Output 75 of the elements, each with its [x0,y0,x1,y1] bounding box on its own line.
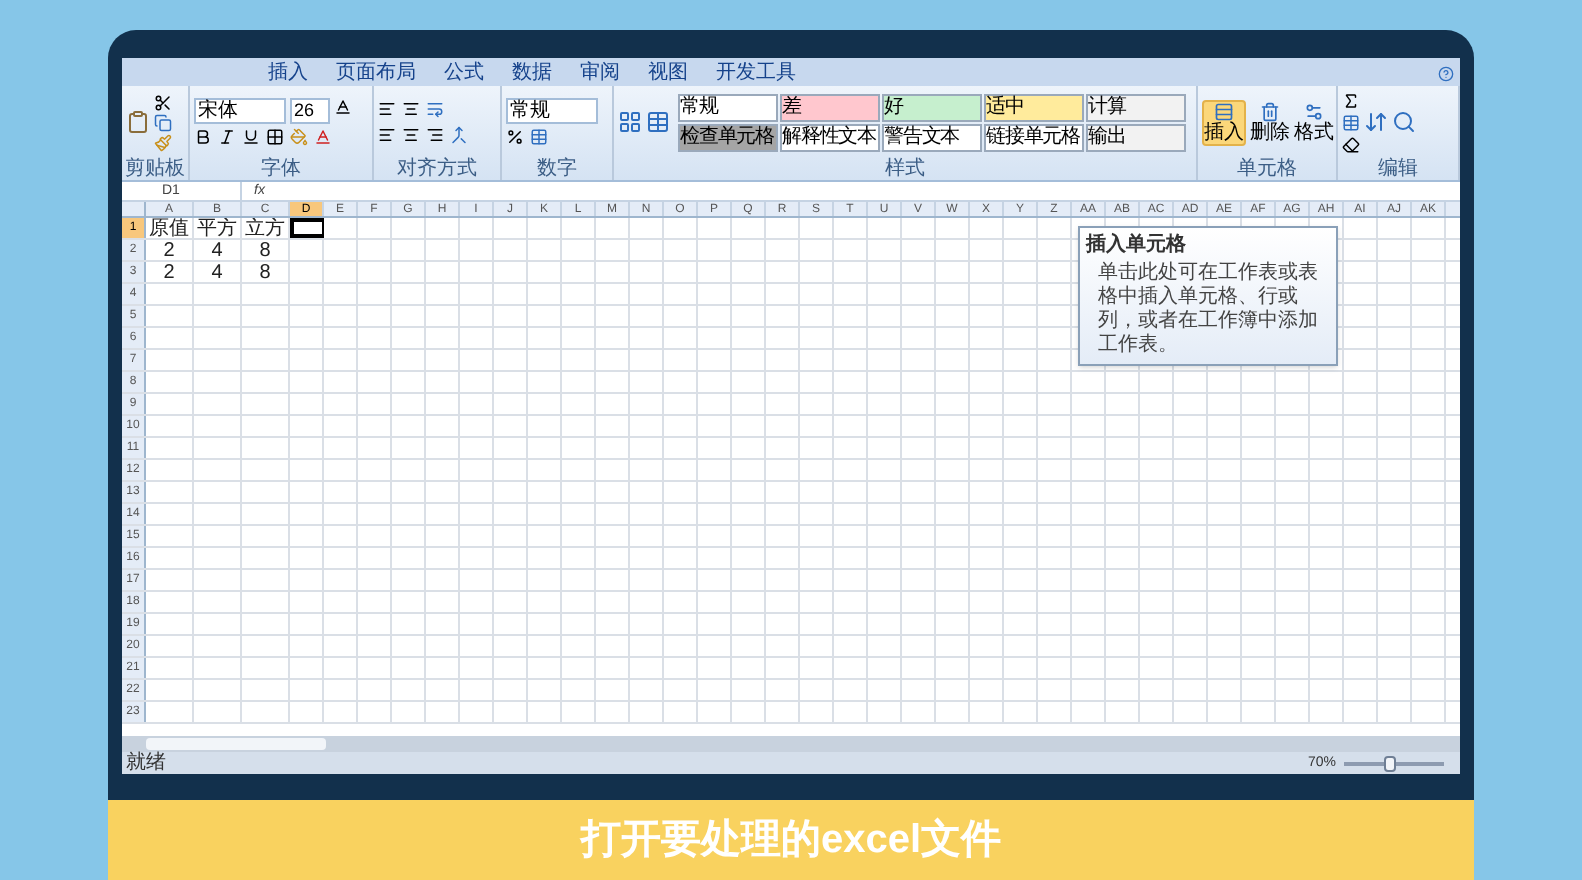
sort-icon[interactable] [1364,108,1388,136]
group-label: 剪贴板 [123,158,187,180]
ribbon-tab[interactable]: 视图 [642,62,694,86]
group-label: 编辑 [1376,158,1420,180]
command-icon [1260,101,1280,121]
group-label: 字体 [259,158,303,180]
horizontal-scrollbar[interactable] [146,738,326,750]
table-cell-text: 8 [257,262,273,284]
ribbon-tab[interactable]: 数据 [506,62,558,86]
active-cell[interactable] [290,218,324,238]
cell-style-swatch[interactable]: 常规 [678,93,778,121]
ribbon-tab[interactable]: 开发工具 [710,62,802,86]
table-format-icon[interactable] [646,108,670,136]
paste-icon[interactable] [126,108,150,136]
font-name-field[interactable]: 宋体 [194,98,286,124]
align-right-icon[interactable] [426,126,444,144]
align-middle-icon[interactable] [402,100,420,118]
table-cell-text: 2 [161,240,177,262]
font-color-icon[interactable] [314,128,332,146]
cell-command-button[interactable]: 删除 [1250,101,1290,143]
align-center-icon[interactable] [402,126,420,144]
group-label: 样式 [883,158,927,180]
cell-style-swatch[interactable]: 差 [780,93,880,121]
sum-icon[interactable] [1342,91,1360,109]
group-label: 单元格 [1235,158,1299,180]
fill-icon[interactable] [1342,113,1360,131]
ribbon-tab[interactable]: 插入 [262,62,314,86]
border-icon[interactable] [266,128,284,146]
search-icon[interactable] [1392,108,1416,136]
tooltip-title: 插入单元格 [1086,234,1188,258]
fill-color-icon[interactable] [290,128,308,146]
zoom-slider-thumb[interactable] [1383,755,1395,771]
ribbon-tab[interactable]: 审阅 [574,62,626,86]
font-size-field[interactable]: 26 [290,98,330,124]
cell-style-swatch[interactable]: 计算 [1086,93,1186,121]
command-icon [1304,101,1324,121]
underline-icon[interactable] [242,128,260,146]
cell-command-button[interactable]: 格式 [1294,101,1334,143]
copy-icon[interactable] [154,113,172,131]
group-label: 数字 [535,158,579,180]
cell-style-swatch[interactable]: 好 [882,93,982,121]
wrap-text-icon[interactable] [426,100,444,118]
caption-text: 打开要处理的excel文件 [580,815,1002,866]
table-cell-text: 原值 [147,218,191,240]
cell-style-swatch[interactable]: 链接单元格 [984,123,1084,151]
number-format-field[interactable]: 常规 [506,98,598,124]
command-icon [1214,101,1234,121]
font-grow-icon[interactable] [334,98,352,116]
cell-style-swatch[interactable]: 输出 [1086,123,1186,151]
conditional-format-icon[interactable] [618,108,642,136]
brush-icon[interactable] [154,133,172,151]
bold-icon[interactable] [194,128,212,146]
accounting-icon[interactable] [530,128,548,146]
merge-icon[interactable] [450,126,468,144]
table-cell-text: 4 [209,240,225,262]
help-icon[interactable] [1438,66,1454,82]
align-left-icon[interactable] [378,126,396,144]
percent-icon[interactable] [506,128,524,146]
group-label: 对齐方式 [395,158,479,180]
status-text: 就绪 [126,752,166,774]
ribbon-tab[interactable]: 页面布局 [330,62,422,86]
cell-style-swatch[interactable]: 解释性文本 [780,123,880,151]
eraser-icon[interactable] [1342,135,1360,153]
italic-icon[interactable] [218,128,236,146]
align-top-icon[interactable] [378,100,396,118]
cell-command-button[interactable]: 插入 [1202,99,1246,145]
cell-style-swatch[interactable]: 适中 [984,93,1084,121]
ribbon-tab[interactable]: 公式 [438,62,490,86]
cell-style-swatch[interactable]: 警告文本 [882,123,982,151]
table-cell-text: 2 [161,262,177,284]
scissors-icon[interactable] [154,93,172,111]
table-cell-text: 4 [209,262,225,284]
tooltip-text: 单击此处可在工作表或表格中插入单元格、行或列，或者在工作簿中添加工作表。 [1096,262,1320,358]
cell-style-swatch[interactable]: 检查单元格 [678,123,778,151]
table-cell-text: 8 [257,240,273,262]
